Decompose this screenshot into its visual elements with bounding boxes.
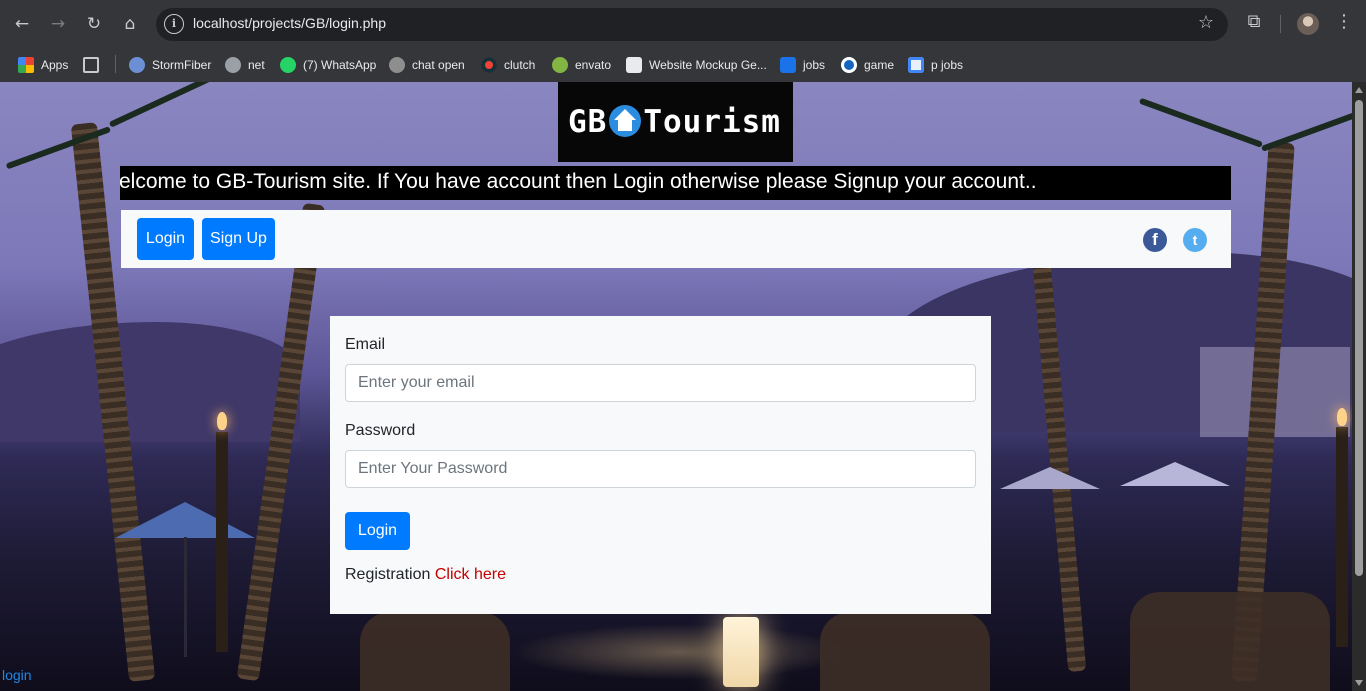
logo-text-right: Tourism bbox=[643, 104, 781, 140]
pjobs-icon bbox=[908, 57, 924, 73]
toolbar-divider bbox=[1280, 15, 1281, 33]
torch-flame bbox=[1337, 408, 1347, 426]
scroll-up-icon[interactable] bbox=[1355, 87, 1363, 93]
whatsapp-icon bbox=[280, 57, 296, 73]
bookmark-label: game bbox=[864, 58, 895, 72]
bookmark-label: clutch bbox=[504, 58, 536, 72]
bookmark-label: p jobs bbox=[931, 58, 964, 72]
tiki-torch bbox=[216, 432, 228, 652]
background-mountain bbox=[0, 322, 300, 442]
wicker-chair bbox=[360, 612, 510, 691]
openai-icon bbox=[389, 57, 405, 73]
address-bar[interactable]: i localhost/projects/GB/login.php ☆ bbox=[156, 8, 1228, 41]
bookmark-chat-open[interactable]: chat open bbox=[389, 53, 465, 77]
palm-frond bbox=[1260, 111, 1352, 152]
bookmark-game[interactable]: game bbox=[841, 53, 894, 77]
site-navbar: Login Sign Up f t bbox=[121, 210, 1231, 268]
beach-umbrella bbox=[1000, 467, 1100, 489]
torch-flame bbox=[217, 412, 227, 430]
forward-icon[interactable]: → bbox=[44, 10, 72, 38]
bookmark-apps[interactable]: Apps bbox=[18, 53, 68, 77]
scroll-down-icon[interactable] bbox=[1355, 680, 1363, 686]
footer-login-link[interactable]: login bbox=[2, 667, 32, 683]
beach-umbrella bbox=[1120, 462, 1230, 486]
site-info-icon[interactable]: i bbox=[164, 14, 184, 34]
bookmark-label: Website Mockup Ge... bbox=[649, 58, 767, 72]
password-input[interactable]: Enter Your Password bbox=[345, 450, 976, 488]
bookmark-envato[interactable]: envato bbox=[552, 53, 611, 77]
bookmark-tab-groups[interactable] bbox=[83, 53, 106, 77]
wicker-chair bbox=[1130, 592, 1330, 691]
bookmark-clutch[interactable]: clutch bbox=[481, 53, 535, 77]
login-card: Email Enter your email Password Enter Yo… bbox=[330, 316, 991, 614]
stormfiber-icon bbox=[129, 57, 145, 73]
globe-icon bbox=[225, 57, 241, 73]
bookmark-label: chat open bbox=[412, 58, 465, 72]
bookmark-jobs[interactable]: jobs bbox=[780, 53, 825, 77]
palm-frond bbox=[1138, 97, 1264, 148]
wicker-chair bbox=[820, 612, 990, 691]
page-scrollbar[interactable] bbox=[1352, 82, 1366, 691]
registration-text: Registration bbox=[345, 566, 431, 583]
logo-text-left: GB bbox=[568, 104, 608, 140]
envato-icon bbox=[552, 57, 568, 73]
umbrella-pole bbox=[184, 537, 187, 657]
menu-kebab-icon[interactable]: ⋮ bbox=[1331, 11, 1357, 32]
password-label: Password bbox=[345, 422, 416, 439]
jobs-icon bbox=[780, 57, 796, 73]
home-icon[interactable]: ⌂ bbox=[116, 10, 144, 38]
bookmark-label: net bbox=[248, 58, 265, 72]
facebook-icon[interactable]: f bbox=[1143, 228, 1167, 252]
palm-frond bbox=[108, 82, 221, 128]
bookmark-whatsapp[interactable]: (7) WhatsApp bbox=[280, 53, 376, 77]
email-input[interactable]: Enter your email bbox=[345, 364, 976, 402]
nav-signup-button[interactable]: Sign Up bbox=[202, 218, 275, 260]
bookmark-mockup[interactable]: Website Mockup Ge... bbox=[626, 53, 767, 77]
clutch-icon bbox=[481, 57, 497, 73]
url-text[interactable]: localhost/projects/GB/login.php bbox=[193, 15, 386, 31]
tab-groups-icon bbox=[83, 57, 99, 73]
candle-lantern bbox=[723, 617, 759, 687]
registration-line: Registration Click here bbox=[345, 566, 506, 584]
bookmark-net[interactable]: net bbox=[225, 53, 265, 77]
email-label: Email bbox=[345, 336, 386, 353]
apps-grid-icon bbox=[18, 57, 34, 73]
home-logo-icon bbox=[609, 105, 642, 137]
page-background: GB Tourism elcome to GB-Tourism site. If … bbox=[0, 82, 1352, 691]
bookmark-pjobs[interactable]: p jobs bbox=[908, 53, 963, 77]
palm-tree bbox=[236, 202, 326, 682]
bookmark-label: Apps bbox=[41, 58, 69, 72]
twitter-icon[interactable]: t bbox=[1183, 228, 1207, 252]
browser-toolbar: ← → ↻ ⌂ i localhost/projects/GB/login.ph… bbox=[0, 0, 1366, 48]
extensions-icon[interactable]: ⧉ bbox=[1241, 11, 1267, 32]
bookmark-stormfiber[interactable]: StormFiber bbox=[129, 53, 211, 77]
scroll-thumb[interactable] bbox=[1355, 100, 1363, 576]
bookmark-label: envato bbox=[575, 58, 612, 72]
bookmark-label: StormFiber bbox=[152, 58, 212, 72]
marquee-text: elcome to GB-Tourism site. If You have a… bbox=[120, 170, 1037, 193]
login-submit-button[interactable]: Login bbox=[345, 512, 410, 550]
mockup-icon bbox=[626, 57, 642, 73]
bookmark-label: (7) WhatsApp bbox=[303, 58, 377, 72]
bookmark-star-icon[interactable]: ☆ bbox=[1198, 12, 1214, 33]
bookmarks-divider bbox=[115, 55, 116, 73]
nav-login-button[interactable]: Login bbox=[137, 218, 194, 260]
welcome-marquee: elcome to GB-Tourism site. If You have a… bbox=[120, 166, 1231, 200]
registration-link[interactable]: Click here bbox=[435, 566, 506, 583]
game-icon bbox=[841, 57, 857, 73]
profile-avatar[interactable] bbox=[1297, 13, 1319, 35]
reload-icon[interactable]: ↻ bbox=[80, 10, 108, 38]
bookmark-label: jobs bbox=[803, 58, 826, 72]
site-logo[interactable]: GB Tourism bbox=[558, 82, 793, 162]
tiki-torch bbox=[1336, 427, 1348, 647]
back-icon[interactable]: ← bbox=[8, 10, 36, 38]
